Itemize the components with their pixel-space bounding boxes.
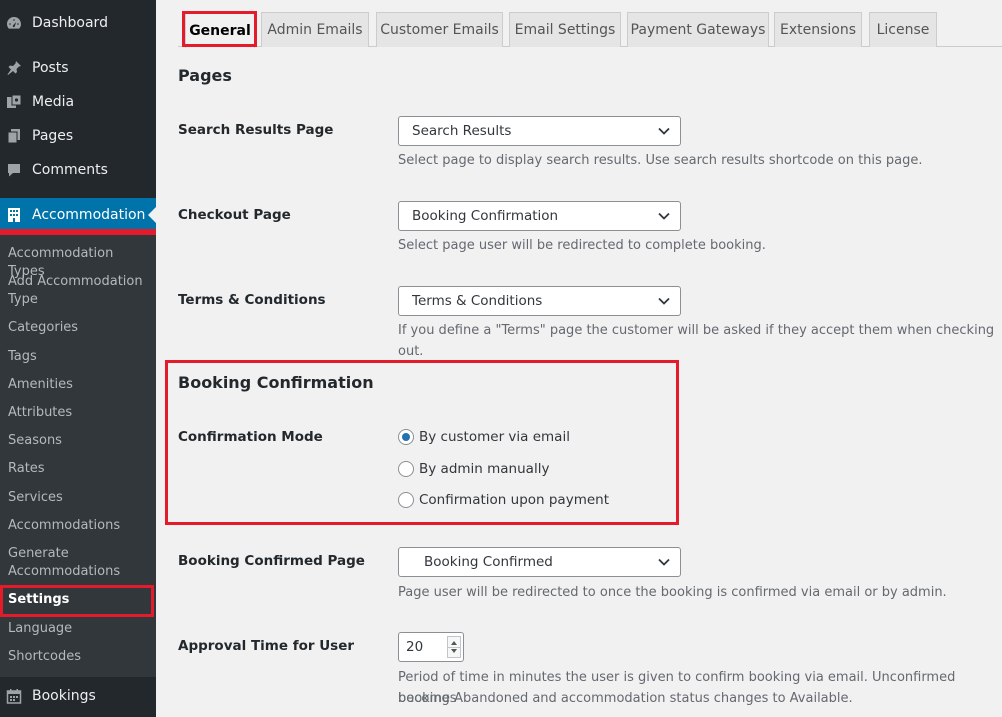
- submenu-item-shortcodes[interactable]: Shortcodes: [8, 648, 154, 666]
- submenu-item-rates[interactable]: Rates: [8, 460, 154, 478]
- spinner-up-icon[interactable]: [451, 641, 457, 645]
- settings-tabs: General Admin Emails Customer Emails Ema…: [156, 0, 1002, 48]
- radio-label: By admin manually: [419, 461, 550, 477]
- approval-time-input[interactable]: 20: [398, 632, 464, 662]
- booking-confirmation-title: Booking Confirmation: [178, 373, 374, 392]
- number-spinner[interactable]: [447, 636, 461, 658]
- submenu-item-categories[interactable]: Categories: [8, 319, 154, 337]
- approval-time-label: Approval Time for User: [178, 638, 355, 654]
- tab-extensions[interactable]: Extensions: [774, 12, 862, 47]
- select-value: Booking Confirmed: [424, 554, 553, 570]
- approval-time-description-line2: become Abandoned and accommodation statu…: [398, 691, 853, 706]
- tab-customer-emails[interactable]: Customer Emails: [376, 12, 503, 47]
- radio-label: By customer via email: [419, 429, 570, 445]
- submenu-item-generate-accommodations[interactable]: Generate Accommodations: [8, 545, 154, 581]
- accommodation-submenu: Accommodation Types Add Accommodation Ty…: [0, 232, 156, 677]
- chevron-down-icon: [658, 297, 670, 305]
- menu-label: Bookings: [32, 688, 96, 704]
- search-results-page-label: Search Results Page: [178, 122, 334, 138]
- terms-conditions-label: Terms & Conditions: [178, 292, 326, 308]
- search-results-page-select[interactable]: Search Results: [398, 116, 681, 146]
- menu-item-accommodation[interactable]: Accommodation: [0, 198, 156, 232]
- menu-item-dashboard[interactable]: Dashboard: [0, 6, 156, 40]
- submenu-item-attributes[interactable]: Attributes: [8, 404, 154, 422]
- pushpin-icon: [6, 60, 22, 76]
- pages-icon: [6, 128, 22, 144]
- select-value: Search Results: [412, 123, 512, 139]
- tab-license[interactable]: License: [869, 12, 937, 47]
- menu-item-pages[interactable]: Pages: [0, 119, 156, 153]
- menu-label: Posts: [32, 60, 69, 76]
- building-icon: [6, 207, 22, 223]
- checkout-page-label: Checkout Page: [178, 207, 291, 223]
- submenu-item-services[interactable]: Services: [8, 489, 154, 507]
- menu-label: Comments: [32, 162, 108, 178]
- calendar-icon: [6, 688, 22, 704]
- terms-conditions-select[interactable]: Terms & Conditions: [398, 286, 681, 316]
- checkout-page-select[interactable]: Booking Confirmation: [398, 201, 681, 231]
- menu-item-comments[interactable]: Comments: [0, 153, 156, 187]
- select-value: Terms & Conditions: [412, 293, 543, 309]
- booking-confirmed-page-description: Page user will be redirected to once the…: [398, 585, 947, 600]
- approval-time-value: 20: [406, 639, 424, 655]
- tab-admin-emails[interactable]: Admin Emails: [261, 12, 369, 47]
- tab-email-settings[interactable]: Email Settings: [509, 12, 621, 47]
- menu-label: Pages: [32, 128, 74, 144]
- menu-item-media[interactable]: Media: [0, 85, 156, 119]
- menu-label: Dashboard: [32, 15, 108, 31]
- submenu-item-tags[interactable]: Tags: [8, 348, 154, 366]
- booking-confirmed-page-select[interactable]: Booking Confirmed: [398, 547, 681, 577]
- chevron-down-icon: [658, 127, 670, 135]
- tab-payment-gateways[interactable]: Payment Gateways: [627, 12, 769, 47]
- chevron-down-icon: [658, 212, 670, 220]
- tab-general[interactable]: General: [185, 12, 255, 48]
- radio-label: Confirmation upon payment: [419, 492, 610, 508]
- submenu-item-add-accommodation-type[interactable]: Add Accommodation Type: [8, 273, 154, 309]
- search-results-page-description: Select page to display search results. U…: [398, 153, 923, 168]
- submenu-item-settings[interactable]: Settings: [8, 591, 154, 609]
- pages-section-title: Pages: [178, 66, 232, 85]
- submenu-item-accommodations[interactable]: Accommodations: [8, 517, 154, 535]
- terms-conditions-description: If you define a "Terms" page the custome…: [398, 323, 995, 359]
- menu-label: Accommodation: [32, 207, 146, 223]
- checkout-page-description: Select page user will be redirected to c…: [398, 238, 766, 253]
- submenu-item-seasons[interactable]: Seasons: [8, 432, 154, 450]
- menu-label: Media: [32, 94, 75, 110]
- booking-confirmed-page-label: Booking Confirmed Page: [178, 553, 365, 569]
- menu-item-bookings[interactable]: Bookings: [0, 679, 156, 713]
- radio-unchecked[interactable]: [398, 492, 414, 508]
- menu-item-posts[interactable]: Posts: [0, 51, 156, 85]
- spinner-down-icon[interactable]: [451, 649, 457, 653]
- media-icon: [6, 94, 22, 110]
- submenu-item-language[interactable]: Language: [8, 620, 154, 638]
- dashboard-icon: [6, 15, 22, 31]
- select-value: Booking Confirmation: [412, 208, 559, 224]
- radio-unchecked[interactable]: [398, 461, 414, 477]
- chevron-down-icon: [658, 558, 670, 566]
- radio-by-admin-manually[interactable]: By admin manually: [398, 461, 549, 477]
- admin-sidebar: Dashboard Posts Media Pages Comments Acc…: [0, 0, 156, 717]
- comments-icon: [6, 162, 22, 178]
- spinner-divider: [448, 647, 460, 648]
- radio-by-customer-via-email[interactable]: By customer via email: [398, 429, 570, 445]
- confirmation-mode-label: Confirmation Mode: [178, 429, 323, 445]
- radio-checked[interactable]: [398, 429, 414, 445]
- submenu-item-amenities[interactable]: Amenities: [8, 376, 154, 394]
- radio-confirmation-upon-payment[interactable]: Confirmation upon payment: [398, 492, 609, 508]
